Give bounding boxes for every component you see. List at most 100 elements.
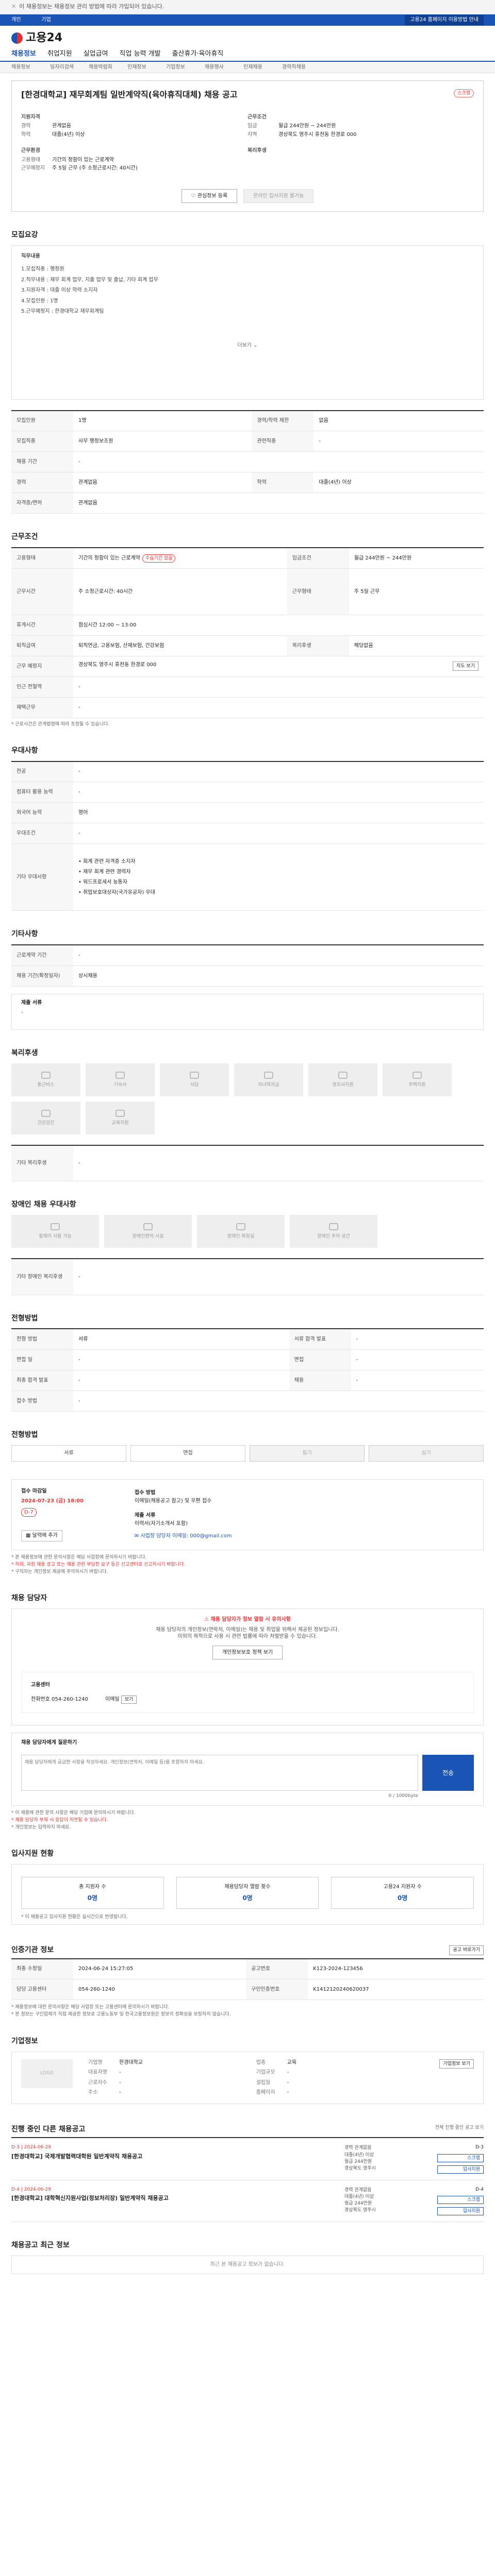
nav-item-jobs[interactable]: 채용정보 [11,49,36,61]
job-line: 3.지원자격 : 대졸 이상 학력 소지자 [21,287,98,294]
note-line: * 개인정보는 입력하지 마세요. [11,1825,71,1831]
subnav-item[interactable]: 채용정보 [11,64,50,71]
table-value: 주 5일 근무 [349,568,484,615]
job-line: 2.직무내용 : 재무 회계 업무, 지출 업무 및 출납, 기타 회계 업무 [21,277,158,283]
section-title: 우대사항 [11,747,38,755]
map-button[interactable]: 지도 보기 [453,662,478,671]
table-value: - [73,1145,484,1182]
manager-sub2: 이외의 목적으로 사용 시 관련 법률에 따라 처벌받을 수 있습니다. [177,1634,318,1640]
util-personal-link[interactable]: 개인 [11,17,21,23]
util-bar: 개인 기업 고용24 홈페이지 이용방법 안내 [0,14,495,26]
question-box: 채용 담당자에게 질문하기 전송 0 / 1000byte [11,1733,484,1806]
table-row: 근무 예정지 경상북도 영주시 휴천동 한경로 000 지도 보기 [11,656,484,677]
related-cond: 월급 244만원 [344,2201,372,2207]
table-value: 주 소정근로시간: 40시간 [73,568,287,615]
apply-button[interactable]: 온라인 입사지원 불가능 [243,189,314,204]
nav-item-training[interactable]: 직업 능력 개발 [120,49,161,61]
util-company-link[interactable]: 기업 [41,17,51,23]
table-value: 없음 [314,410,484,432]
table-value: 관계없음 [73,472,252,494]
stat-label: 고용24 지원자 수 [383,1884,422,1890]
table-value: • 회계 관련 자격증 소지자 • 재무 회계 관련 경력자 • 워드프로세서 … [73,843,484,911]
related-scrap-button[interactable]: 스크랩 [437,2195,484,2205]
company-info-button[interactable]: 기업정보 보기 [439,2059,474,2069]
table-key: 최종 수정일 [11,1958,73,1980]
go-notice-button[interactable]: 공고 바로가기 [449,1945,484,1955]
mail-icon: ✉ [135,1533,141,1539]
step-interview: 면접 [130,1445,245,1462]
related-scrap-button[interactable]: 스크랩 [437,2154,484,2162]
table-value: - [351,1370,484,1391]
list-item[interactable]: D-3 | 2024-06-29 [한경대학교] 국제개발협력대학원 일반계약직 … [11,2138,484,2180]
add-calendar-button[interactable]: ▦ 달력에 추가 [21,1530,62,1541]
subnav-item[interactable]: 채용박람회 [89,64,127,71]
table-value: - [73,1349,289,1370]
heart-icon: ♡ [191,193,197,199]
all-related-link[interactable]: 전체 진행 중인 공고 보기 [435,2125,484,2134]
benefit-item: 통근버스 [11,1063,80,1096]
job-sub-heading: 직무내용 [21,253,40,259]
subnav-item[interactable]: 인재정보 [127,64,166,71]
table-value: - [73,1370,289,1391]
table-key: 모집인원 [11,410,73,432]
email-view-button[interactable]: 보기 [121,1695,137,1704]
subnav-item[interactable]: 경력직채용 [282,64,321,71]
docs-title: 제출 서류 [21,999,42,1006]
privacy-policy-button[interactable]: 개인정보보호 정책 보기 [212,1645,283,1660]
job-description-box: 직무내용 1.모집직종 : 행정원 2.직무내용 : 재무 회계 업무, 지출 … [11,245,484,400]
job-line: 5.근무예정지 : 한경대학교 재무회계팀 [21,309,104,315]
related-title[interactable]: [한경대학교] 대학혁신지원사업(정보처리장) 일반계약직 채용공고 [11,2195,344,2202]
benefit-item: 기숙사 [86,1063,155,1096]
nav-item-support[interactable]: 취업지원 [47,49,72,61]
logo-text: 고용24 [26,31,63,45]
company-key: 주소 [88,2090,98,2096]
subnav-item[interactable]: 인재채용 [243,64,282,71]
subnav-item[interactable]: 일자리검색 [50,64,89,71]
table-key: 채용 기간(확정일자) [11,965,73,987]
util-guide-link[interactable]: 고용24 홈페이지 이용방법 안내 [405,15,484,25]
job-line: 4.모집인원 : 1명 [21,298,58,304]
close-icon[interactable]: ✕ [11,3,16,11]
benefit-item: 경조사지원 [308,1063,377,1096]
list-item[interactable]: D-4 | 2024-06-29 [한경대학교] 대학혁신지원사업(정보처리장) … [11,2180,484,2223]
related-apply-button[interactable]: 입사지원 [437,2207,484,2216]
house-icon [412,1071,422,1079]
nav-item-leave[interactable]: 출산휴가·육아휴직 [172,49,224,61]
question-input[interactable] [21,1754,418,1791]
related-cond: 대졸(4년) 이상 [344,2194,374,2199]
table-value: 사무 행정보조원 [73,431,252,452]
summary-label: 경력 [21,123,31,129]
interest-button[interactable]: ♡ 관심정보 등록 [181,189,238,204]
table-row: 휴게시간 점심시간 12:00 ~ 13:00 [11,615,484,636]
related-list: D-3 | 2024-06-29 [한경대학교] 국제개발협력대학원 일반계약직 … [11,2137,484,2223]
preferences-table: 전공 - 컴퓨터 활용 능력 - 외국어 능력 영어 우대조건 - 기타 우대사항 • 회… [11,760,484,911]
email-text: 사업장 담당자 이메일: 000@gmail.com [140,1533,232,1539]
table-row: 자격증/면허 관계없음 [11,493,484,514]
company-key: 업종 [256,2059,266,2065]
nav-item-benefit[interactable]: 실업급여 [84,49,108,61]
stat-card: 채용담당자 열람 횟수 0명 [176,1877,319,1909]
benefit-item: 건강검진 [11,1101,80,1134]
table-key: 근무 예정지 [11,656,73,677]
table-key: 관련직종 [252,431,314,452]
benefits-grid: 통근버스 기숙사 식당 자녀학자금 경조사지원 주택지원 건강검진 교육지원 [11,1063,484,1134]
table-row: 최종 합격 발표 - 채용 - [11,1370,484,1391]
site-logo[interactable]: 고용24 [0,26,495,50]
related-title[interactable]: [한경대학교] 국제개발협력대학원 일반계약직 채용공고 [11,2153,344,2161]
more-button[interactable]: 더보기 [237,343,252,348]
docs-value: - [21,1010,23,1016]
step-written: 필기 [250,1445,365,1462]
nearby-empty: 최근 본 채용공고 정보가 없습니다. [11,2256,484,2274]
subnav-item[interactable]: 기업정보 [166,64,205,71]
email-link[interactable]: ✉ 사업장 담당자 이메일: 000@gmail.com [135,1533,232,1540]
send-button[interactable]: 전송 [422,1754,474,1791]
related-date: D-4 | 2024-06-29 [11,2187,51,2192]
note-line: * 채용 담당자 부재 시 응답이 지연될 수 있습니다. [11,1817,108,1823]
table-row: 우대조건 - [11,823,484,844]
related-apply-button[interactable]: 입사지원 [437,2165,484,2174]
scrap-button[interactable]: 스크랩 [454,89,474,98]
subnav-item[interactable]: 채용행사 [205,64,243,71]
company-value: - [287,2079,289,2086]
summary-heading: 복리후생 [248,148,267,154]
step-document: 서류 [11,1445,126,1462]
